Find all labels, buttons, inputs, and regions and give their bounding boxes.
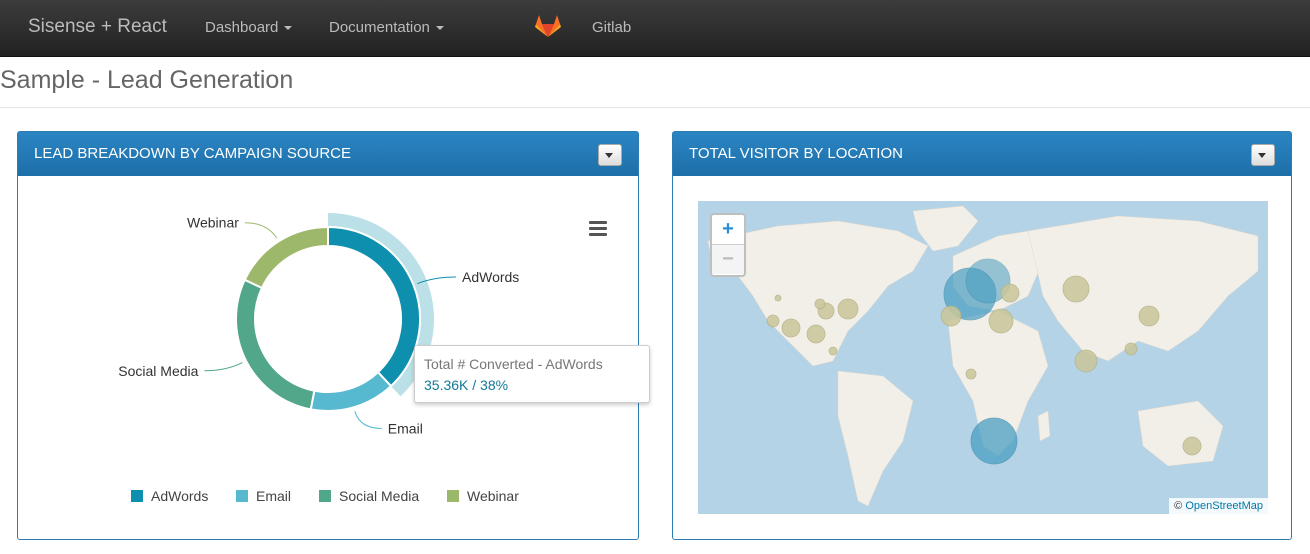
land-south-america — [837, 370, 914, 507]
caret-down-icon — [435, 26, 444, 31]
map-bubble — [970, 417, 1018, 465]
legend-label: Email — [256, 488, 292, 504]
visitor-location-widget: TOTAL VISITOR BY LOCATION + − © OpenStre… — [672, 131, 1292, 540]
legend-item-adwords[interactable]: AdWords — [131, 488, 208, 504]
map-bubble — [940, 305, 962, 327]
map-bubble — [1000, 283, 1020, 303]
legend-item-webinar[interactable]: Webinar — [447, 488, 519, 504]
donut-label-social-media: Social Media — [118, 363, 198, 379]
map-bubble — [806, 324, 826, 344]
map-zoom-control: + − — [710, 213, 746, 277]
legend-swatch — [131, 490, 143, 502]
caret-down-icon — [284, 26, 293, 31]
widget-title: TOTAL VISITOR BY LOCATION — [689, 145, 903, 162]
widget-menu-button[interactable] — [598, 144, 622, 166]
land-madagascar — [1037, 410, 1051, 442]
nav-dashboard-dropdown[interactable]: Dashboard — [205, 19, 293, 36]
openstreetmap-link[interactable]: OpenStreetMap — [1185, 500, 1263, 512]
map-bubble — [828, 346, 838, 356]
title-divider — [0, 107, 1310, 108]
donut-label-connector — [204, 362, 243, 372]
legend-item-email[interactable]: Email — [236, 488, 291, 504]
zoom-in-button[interactable]: + — [712, 215, 744, 245]
land-asia — [1027, 215, 1259, 362]
legend-swatch — [447, 490, 459, 502]
nav-documentation-dropdown[interactable]: Documentation — [329, 19, 444, 36]
map-bubble — [837, 298, 859, 320]
legend-label: Social Media — [339, 488, 420, 504]
zoom-out-button[interactable]: − — [712, 245, 744, 274]
page-title: Sample - Lead Generation — [0, 66, 294, 94]
lead-breakdown-widget: LEAD BREAKDOWN BY CAMPAIGN SOURCE AdWord… — [17, 131, 650, 540]
chart-tooltip: Total # Converted - AdWords 35.36K / 38% — [414, 345, 650, 403]
map-bubble — [1182, 436, 1202, 456]
caret-down-icon — [1258, 153, 1266, 158]
nav-dashboard-label: Dashboard — [205, 19, 279, 36]
donut-label-webinar: Webinar — [187, 215, 239, 231]
map-bubble — [766, 314, 780, 328]
map-canvas — [707, 205, 1259, 507]
map-bubble — [965, 368, 977, 380]
caret-down-icon — [605, 153, 613, 158]
donut-label-connector — [244, 222, 277, 239]
legend-label: AdWords — [151, 488, 209, 504]
tooltip-value: 35.36K / 38% — [424, 377, 509, 393]
donut-chart: AdWords Email Social Media Webinar — [118, 213, 519, 436]
nav-gitlab-link[interactable]: Gitlab — [592, 19, 631, 36]
widget-menu-button[interactable] — [1251, 144, 1275, 166]
map-bubble — [774, 294, 782, 302]
legend-label: Webinar — [467, 488, 519, 504]
map-bubble — [1124, 342, 1138, 356]
donut-label-adwords: AdWords — [462, 269, 519, 285]
donut-slice-email[interactable] — [309, 370, 393, 412]
land-australia — [1137, 400, 1224, 467]
brand-link[interactable]: Sisense + React — [28, 16, 167, 38]
map-bubble — [988, 308, 1014, 334]
map-bubble — [814, 298, 826, 310]
widget-header: LEAD BREAKDOWN BY CAMPAIGN SOURCE — [18, 132, 638, 176]
map-bubble — [1062, 275, 1090, 303]
donut-label-connector — [354, 411, 382, 429]
donut-label-email: Email — [388, 420, 423, 436]
gitlab-icon[interactable] — [535, 14, 561, 38]
map-bubble — [1138, 305, 1160, 327]
legend-item-social-media[interactable]: Social Media — [319, 488, 419, 504]
legend-swatch — [319, 490, 331, 502]
widget-title: LEAD BREAKDOWN BY CAMPAIGN SOURCE — [34, 145, 352, 162]
map-attribution: © OpenStreetMap — [1169, 498, 1268, 514]
map-bubble — [781, 318, 801, 338]
tooltip-title: Total # Converted - AdWords — [424, 356, 603, 372]
legend-swatch — [236, 490, 248, 502]
attribution-prefix: © — [1174, 500, 1183, 512]
donut-slice-webinar[interactable] — [243, 225, 329, 290]
nav-documentation-label: Documentation — [329, 19, 430, 36]
world-map[interactable]: + − © OpenStreetMap — [698, 201, 1268, 514]
map-bubble — [1074, 349, 1098, 373]
donut-slice-social-media[interactable] — [235, 278, 316, 411]
widget-header: TOTAL VISITOR BY LOCATION — [673, 132, 1291, 176]
top-navbar: Sisense + React Dashboard Documentation … — [0, 0, 1310, 57]
